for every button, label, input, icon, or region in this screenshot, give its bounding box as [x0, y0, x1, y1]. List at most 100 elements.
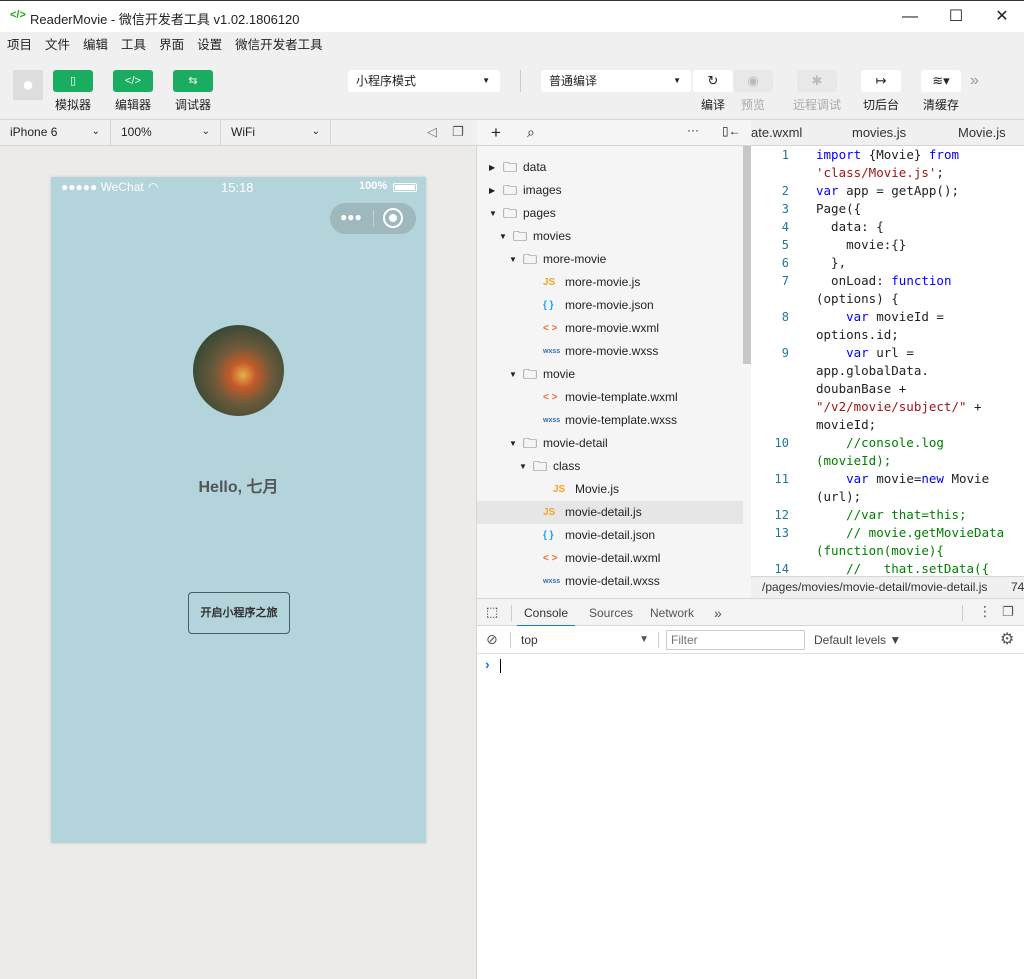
file-item[interactable]: wxss movie-detail.wxss: [477, 570, 743, 593]
code-token: app.globalData.: [816, 363, 929, 378]
tab-sources[interactable]: Sources: [589, 599, 633, 627]
phone-icon: ▯: [69, 75, 77, 87]
editor-toggle[interactable]: </>: [113, 70, 153, 92]
caret-down-icon[interactable]: ▼: [519, 455, 527, 478]
item-label: more-movie.json: [565, 298, 654, 312]
item-label: data: [523, 160, 547, 174]
tab-movie-template-wxml[interactable]: ate.wxml: [751, 125, 802, 140]
caret-down-icon[interactable]: ▼: [489, 202, 497, 225]
zoom-select[interactable]: 100% ⌄: [111, 120, 221, 146]
folder-item[interactable]: ▼ 🗀 class: [477, 455, 743, 478]
folder-item[interactable]: ▼ 🗀 movies: [477, 225, 743, 248]
menu-devtools[interactable]: 微信开发者工具: [228, 32, 329, 58]
menu-settings[interactable]: 设置: [190, 32, 228, 58]
file-item[interactable]: < > movie-detail.wxml: [477, 547, 743, 570]
remote-debug-button[interactable]: ✱: [797, 70, 837, 92]
network-select[interactable]: WiFi ⌄: [221, 120, 331, 146]
code-token: },: [816, 255, 847, 270]
code-text: //var that=this;: [816, 506, 967, 524]
preview-button[interactable]: ◉: [733, 70, 773, 92]
folder-item[interactable]: ▼ 🗀 pages: [477, 202, 743, 225]
more-tabs-icon[interactable]: »: [714, 599, 722, 627]
mode-select[interactable]: 小程序模式 ▼: [348, 70, 500, 92]
menu-view[interactable]: 界面: [152, 32, 190, 58]
caret-down-icon[interactable]: ▼: [509, 432, 517, 455]
console-output[interactable]: ›: [477, 654, 1024, 979]
debugger-toggle[interactable]: ⇆: [173, 70, 213, 92]
file-tree-scrollbar[interactable]: [743, 146, 751, 364]
detach-window-icon[interactable]: ❐: [452, 124, 464, 140]
console-filter-input[interactable]: [666, 630, 805, 650]
item-label: movie-detail.wxml: [565, 551, 661, 565]
gear-icon[interactable]: ⚙: [1000, 629, 1014, 649]
compile-mode-select[interactable]: 普通编译 ▼: [541, 70, 691, 92]
caret-down-icon[interactable]: ▼: [509, 363, 517, 386]
tab-console[interactable]: Console: [517, 599, 575, 627]
start-journey-button[interactable]: 开启小程序之旅: [188, 592, 290, 634]
menu-project[interactable]: 项目: [0, 32, 38, 58]
folder-item[interactable]: ▼ 🗀 movie: [477, 363, 743, 386]
chevron-down-icon: ⌄: [91, 126, 100, 137]
file-item[interactable]: < > movie-template.wxml: [477, 386, 743, 409]
caret-right-icon[interactable]: ▶: [489, 179, 495, 202]
code-text: "/v2/movie/subject/" +: [816, 398, 982, 416]
close-button[interactable]: ✕: [982, 5, 1022, 29]
kebab-menu-icon[interactable]: ⋮: [978, 603, 992, 620]
clear-cache-button[interactable]: ≋▾: [921, 70, 961, 92]
file-item[interactable]: JS Movie.js: [477, 478, 743, 501]
item-label: movie-detail.js: [565, 505, 642, 519]
line-number: 3: [781, 202, 789, 216]
line-number: 12: [774, 508, 789, 522]
file-item[interactable]: wxss movie-template.wxss: [477, 409, 743, 432]
file-path: /pages/movies/movie-detail/movie-detail.…: [762, 580, 988, 594]
device-select[interactable]: iPhone 6 ⌄: [0, 120, 111, 146]
file-item[interactable]: { } movie-detail.json: [477, 524, 743, 547]
code-editor[interactable]: 1 import {Movie} from'class/Movie.js'; 2 va…: [751, 146, 1024, 576]
folder-item[interactable]: ▶ 🗀 images: [477, 179, 743, 202]
folder-item[interactable]: ▼ 🗀 more-movie: [477, 248, 743, 271]
more-dots-icon[interactable]: ●●●: [340, 210, 362, 224]
search-icon[interactable]: ⌕: [527, 124, 535, 141]
code-token: //var that=this;: [816, 507, 967, 522]
compile-button[interactable]: ↻: [693, 70, 733, 92]
minimize-button[interactable]: —: [890, 5, 930, 29]
file-tree-toolbar: + ⌕ ··· ▯←: [477, 120, 751, 146]
item-label: movie-detail: [543, 436, 608, 450]
maximize-button[interactable]: ☐: [936, 5, 976, 29]
tab-movies-js[interactable]: movies.js: [852, 125, 906, 140]
clear-console-icon[interactable]: ⊘: [486, 631, 498, 648]
menu-tools[interactable]: 工具: [114, 32, 152, 58]
caret-right-icon[interactable]: ▶: [489, 156, 495, 179]
code-token: function: [891, 273, 952, 288]
more-tools-icon[interactable]: »: [970, 72, 979, 90]
close-miniprogram-icon[interactable]: [383, 208, 403, 228]
code-text: var movie=new Movie: [816, 470, 989, 488]
file-item[interactable]: { } more-movie.json: [477, 294, 743, 317]
wxss-file-icon: wxss: [543, 417, 561, 424]
collapse-panel-icon[interactable]: ▯←: [722, 124, 741, 138]
tab-movie-js[interactable]: Movie.js: [958, 125, 1006, 140]
tab-network[interactable]: Network: [650, 599, 694, 627]
add-file-icon[interactable]: +: [491, 123, 501, 143]
dock-icon[interactable]: ❐: [1002, 604, 1014, 620]
menu-edit[interactable]: 编辑: [76, 32, 114, 58]
background-button[interactable]: ↦: [861, 70, 901, 92]
user-avatar[interactable]: ●: [13, 70, 43, 100]
clock: 15:18: [221, 180, 254, 195]
file-item[interactable]: wxss more-movie.wxss: [477, 340, 743, 363]
file-item[interactable]: JS movie-detail.js: [477, 501, 743, 524]
simulator-toggle[interactable]: ▯: [53, 70, 93, 92]
menu-file[interactable]: 文件: [38, 32, 76, 58]
log-levels-select[interactable]: Default levels ▼: [814, 633, 901, 647]
inspect-element-icon[interactable]: ⬚: [486, 604, 498, 620]
file-item[interactable]: < > more-movie.wxml: [477, 317, 743, 340]
code-text: app.globalData.: [816, 362, 929, 380]
caret-down-icon[interactable]: ▼: [509, 248, 517, 271]
file-item[interactable]: JS more-movie.js: [477, 271, 743, 294]
folder-item[interactable]: ▼ 🗀 movie-detail: [477, 432, 743, 455]
folder-item[interactable]: ▶ 🗀 data: [477, 156, 743, 179]
context-select[interactable]: top ▼: [515, 626, 653, 654]
volume-icon[interactable]: ◁: [427, 124, 437, 140]
caret-down-icon[interactable]: ▼: [499, 225, 507, 248]
more-options-icon[interactable]: ···: [687, 123, 699, 137]
